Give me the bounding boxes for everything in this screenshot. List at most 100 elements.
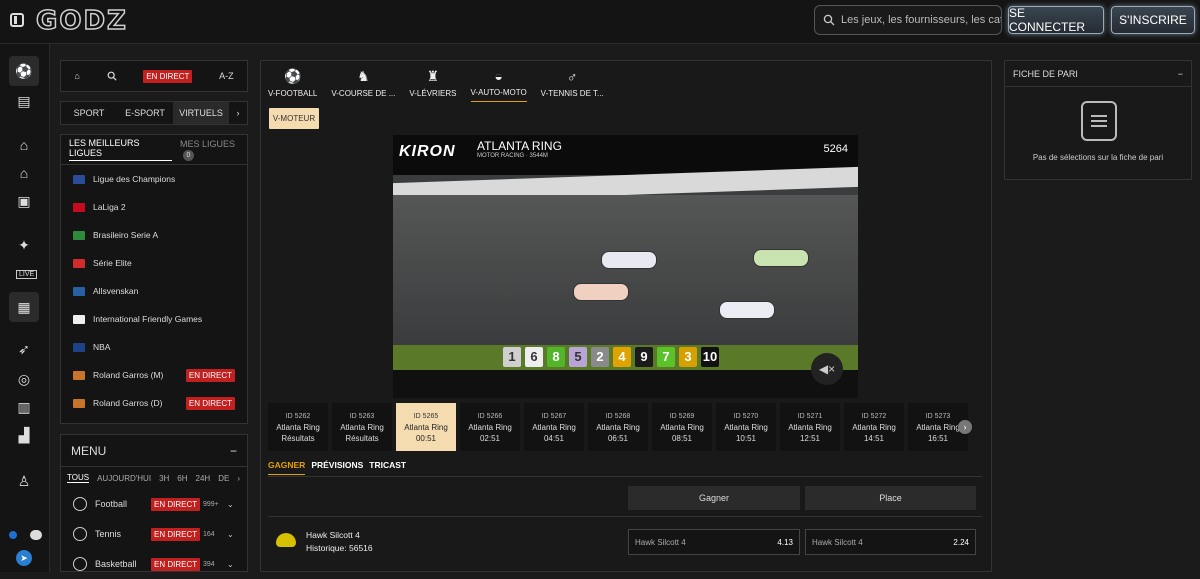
tab-de[interactable]: DE: [218, 474, 229, 483]
virtual-icon[interactable]: ▦: [9, 292, 39, 322]
tab-forecast[interactable]: PRÉVISIONS: [311, 460, 363, 475]
sidebar-toggle-icon[interactable]: [10, 13, 24, 27]
star-icon[interactable]: ✦: [13, 234, 35, 256]
league-item[interactable]: Série Elite: [61, 249, 247, 277]
login-button[interactable]: SE CONNECTER: [1008, 6, 1104, 34]
tab-virtuels[interactable]: VIRTUELS: [173, 102, 229, 124]
my-leagues-label: MES LIGUES: [179, 138, 235, 149]
position-number: 10: [701, 347, 719, 367]
league-item[interactable]: NBA: [61, 333, 247, 361]
helmet-icon: [276, 533, 296, 547]
chevron-down-icon[interactable]: ⌄: [227, 560, 234, 569]
league-item[interactable]: Brasileiro Serie A: [61, 221, 247, 249]
league-item[interactable]: International Friendly Games: [61, 305, 247, 333]
race-card[interactable]: ID 5266 Atlanta Ring 02:51: [460, 403, 520, 451]
mute-icon[interactable]: ◀×: [811, 353, 843, 385]
runner-name: Hawk Silcott 4: [306, 530, 360, 540]
tab-sport[interactable]: SPORT: [61, 102, 117, 124]
search-icon: [823, 14, 835, 26]
tab-all[interactable]: TOUS: [67, 473, 90, 483]
user-icon[interactable]: ♙: [13, 470, 35, 492]
league-item[interactable]: LaLiga 2: [61, 193, 247, 221]
sport-item[interactable]: Football EN DIRECT 999+ ⌄: [61, 489, 247, 519]
next-races-icon[interactable]: ›: [958, 420, 972, 434]
sport-item[interactable]: Tennis EN DIRECT 164 ⌄: [61, 519, 247, 549]
tab-3h[interactable]: 3H: [159, 474, 169, 483]
signup-button[interactable]: S'INSCRIRE: [1111, 6, 1195, 34]
bank-icon[interactable]: ⌂: [13, 162, 35, 184]
tab-label: V-FOOTBALL: [268, 89, 318, 98]
chevron-right-icon[interactable]: ›: [229, 102, 247, 124]
odd-win-button[interactable]: Hawk Silcott 4 4.13: [628, 529, 800, 555]
tab-v-greyhounds[interactable]: ♜ V-LÉVRIERS: [409, 66, 456, 102]
race-card[interactable]: ID 5271 Atlanta Ring 12:51: [780, 403, 840, 451]
chart-icon[interactable]: ▟: [13, 424, 35, 446]
category-chip[interactable]: V-MOTEUR: [269, 108, 319, 129]
position-number: 6: [525, 347, 543, 367]
dot-blue-icon[interactable]: [8, 531, 17, 539]
home-nav-icon[interactable]: ⌂: [74, 71, 79, 81]
runner-row: Hawk Silcott 4 Historique: 56516: [276, 529, 373, 555]
position-number: 5: [569, 347, 587, 367]
live-icon[interactable]: LIVE: [16, 270, 38, 279]
chevron-down-icon[interactable]: ⌄: [227, 500, 234, 509]
odd-place-button[interactable]: Hawk Silcott 4 2.24: [805, 529, 976, 555]
cards-icon[interactable]: ▥: [13, 396, 35, 418]
league-flag-icon: [73, 174, 85, 184]
tab-win[interactable]: GAGNER: [268, 460, 306, 475]
tab-v-horse-racing[interactable]: ♞ V-COURSE DE ...: [331, 66, 395, 102]
ticket-icon[interactable]: ▣: [13, 190, 35, 212]
sport-item[interactable]: Basketball EN DIRECT 394 ⌄: [61, 549, 247, 579]
league-item[interactable]: Roland Garros (M) EN DIRECT: [61, 361, 247, 389]
position-number: 3: [679, 347, 697, 367]
target-icon[interactable]: ◎: [13, 368, 35, 390]
tab-tricast[interactable]: TRICAST: [369, 460, 406, 475]
race-name: Atlanta Ring: [276, 422, 320, 432]
league-name: Allsvenskan: [93, 286, 139, 296]
tab-my-leagues[interactable]: MES LIGUES0: [180, 139, 247, 161]
race-card[interactable]: ID 5272 Atlanta Ring 14:51: [844, 403, 904, 451]
az-filter[interactable]: A-Z: [219, 71, 234, 81]
video-bottom: [393, 370, 858, 398]
tab-v-tennis[interactable]: ♂ V-TENNIS DE T...: [541, 66, 604, 102]
live-badge: EN DIRECT: [185, 396, 235, 410]
odd-value: 2.24: [953, 537, 969, 547]
tab-v-auto-moto[interactable]: ◒ V-AUTO-MOTO: [470, 66, 527, 102]
logo[interactable]: GODZ: [35, 5, 128, 37]
tab-today[interactable]: AUJOURD'HUI: [97, 474, 151, 483]
tab-top-leagues[interactable]: LES MEILLEURS LIGUES: [69, 138, 172, 161]
race-card[interactable]: ID 5262 Atlanta Ring Résultats: [268, 403, 328, 451]
race-card[interactable]: ID 5265 Atlanta Ring 00:51: [396, 403, 456, 451]
telegram-icon[interactable]: ➤: [16, 550, 32, 566]
live-filter-badge[interactable]: EN DIRECT: [143, 69, 193, 83]
search-nav-icon[interactable]: [107, 71, 117, 81]
chat-icon[interactable]: [29, 530, 42, 540]
sports-icon[interactable]: ⚽: [9, 56, 39, 86]
collapse-icon[interactable]: −: [1178, 69, 1183, 79]
race-name: Atlanta Ring: [404, 422, 448, 432]
tab-6h[interactable]: 6H: [177, 474, 187, 483]
chevron-down-icon[interactable]: ⌄: [227, 530, 234, 539]
league-item[interactable]: Roland Garros (D) EN DIRECT: [61, 389, 247, 417]
race-card[interactable]: ID 5269 Atlanta Ring 08:51: [652, 403, 712, 451]
league-item[interactable]: Ligue des Champions: [61, 165, 247, 193]
race-name: Atlanta Ring: [660, 422, 704, 432]
tab-24h[interactable]: 24H: [196, 474, 211, 483]
league-item[interactable]: Allsvenskan: [61, 277, 247, 305]
bet-slip-header[interactable]: FICHE DE PARI −: [1005, 61, 1191, 87]
rocket-icon[interactable]: ➶: [13, 338, 35, 360]
home-icon[interactable]: ⌂: [13, 134, 35, 156]
race-card[interactable]: ID 5267 Atlanta Ring 04:51: [524, 403, 584, 451]
race-video[interactable]: KIRON ATLANTA RING MOTOR RACING · 3544M …: [393, 135, 858, 398]
collapse-icon[interactable]: −: [230, 444, 237, 458]
tab-v-football[interactable]: ⚽ V-FOOTBALL: [268, 66, 317, 102]
race-card[interactable]: ID 5268 Atlanta Ring 06:51: [588, 403, 648, 451]
my-leagues-count: 0: [182, 149, 194, 161]
race-card[interactable]: ID 5263 Atlanta Ring Résultats: [332, 403, 392, 451]
chevron-right-icon[interactable]: ›: [237, 474, 240, 483]
casino-icon[interactable]: ▤: [13, 90, 35, 112]
menu-header[interactable]: MENU −: [61, 435, 247, 467]
tab-esport[interactable]: E-SPORT: [117, 102, 173, 124]
race-card[interactable]: ID 5270 Atlanta Ring 10:51: [716, 403, 776, 451]
search-input[interactable]: Les jeux, les fournisseurs, les catégori…: [814, 5, 1002, 35]
